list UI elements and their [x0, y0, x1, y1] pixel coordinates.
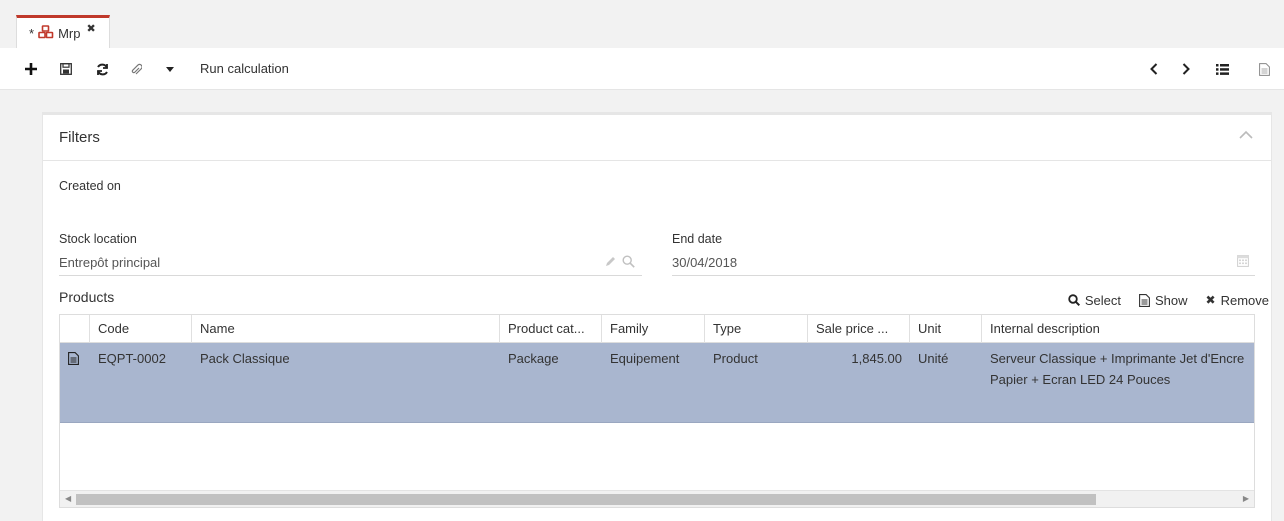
cell-unit: Unité — [918, 351, 949, 366]
products-actions: Select Show ✖ Remove — [1068, 289, 1269, 311]
run-calculation-button[interactable]: Run calculation — [200, 48, 289, 90]
column-header-type[interactable]: Type — [705, 315, 808, 343]
tab-bar: * Mrp ✖ — [0, 0, 1284, 48]
attachment-button[interactable] — [127, 48, 145, 90]
document-icon — [68, 352, 79, 365]
search-icon — [1068, 294, 1080, 306]
column-header-selector — [60, 315, 90, 343]
close-icon[interactable]: ✖ — [86, 22, 95, 35]
scrollbar-thumb[interactable] — [76, 494, 1096, 505]
end-date-field[interactable]: 30/04/2018 — [672, 255, 1255, 275]
stock-location-label: Stock location — [59, 232, 137, 246]
save-button[interactable] — [57, 48, 75, 90]
column-header-code[interactable]: Code — [90, 315, 192, 343]
form-view-button[interactable] — [1256, 48, 1272, 90]
close-icon: ✖ — [1205, 293, 1216, 307]
chevron-left-icon — [1150, 63, 1158, 75]
remove-label: Remove — [1220, 292, 1269, 308]
chevron-up-icon[interactable] — [1239, 127, 1255, 143]
caret-down-icon — [166, 66, 174, 72]
save-icon — [60, 63, 72, 75]
filters-panel: Filters Created on Stock location Entrep… — [42, 112, 1272, 521]
end-date-underline — [672, 275, 1255, 276]
show-label: Show — [1154, 292, 1188, 308]
horizontal-scrollbar[interactable]: ◀ ▶ — [60, 490, 1254, 507]
show-button[interactable]: Show — [1139, 293, 1188, 308]
chevron-right-icon — [1182, 63, 1190, 75]
add-button[interactable] — [22, 48, 40, 90]
internal-description-line-1: Serveur Classique + Imprimante Jet d'Enc… — [990, 351, 1245, 366]
list-icon — [1215, 63, 1229, 75]
pencil-icon[interactable] — [605, 256, 616, 267]
scroll-left-icon[interactable]: ◀ — [65, 494, 71, 503]
column-header-unit[interactable]: Unit — [910, 315, 982, 343]
remove-button[interactable]: ✖ Remove — [1206, 293, 1269, 308]
tab-title: Mrp — [58, 25, 81, 41]
stock-location-underline — [59, 275, 642, 276]
list-view-button[interactable] — [1214, 48, 1230, 90]
cell-name: Pack Classique — [200, 351, 290, 366]
grid-header: Code Name Product cat... Family Type Sal… — [60, 315, 1254, 343]
select-button[interactable]: Select — [1068, 293, 1121, 308]
tab-mrp[interactable]: * Mrp ✖ — [16, 15, 110, 48]
stock-location-actions — [605, 255, 635, 268]
stock-location-field[interactable]: Entrepôt principal — [59, 255, 642, 275]
document-icon — [1139, 293, 1150, 307]
panel-header: Filters — [43, 115, 1271, 161]
calendar-icon[interactable] — [1237, 254, 1249, 270]
plus-icon — [25, 63, 37, 75]
cell-family: Equipement — [610, 351, 680, 366]
cell-product-category: Package — [508, 351, 559, 366]
column-header-name[interactable]: Name — [192, 315, 500, 343]
more-dropdown[interactable] — [162, 48, 178, 90]
cubes-icon — [38, 24, 54, 42]
table-row[interactable]: EQPT-0002 Pack Classique Package Equipem… — [60, 343, 1254, 423]
cell-sale-price: 1,845.00 — [851, 351, 902, 366]
search-icon[interactable] — [622, 255, 635, 268]
document-icon — [1258, 62, 1270, 76]
toolbar: Run calculation — [0, 48, 1284, 90]
end-date-label: End date — [672, 232, 723, 246]
refresh-icon — [96, 63, 108, 75]
refresh-button[interactable] — [93, 48, 111, 90]
panel-title: Filters — [59, 129, 100, 146]
created-on-label: Created on — [59, 179, 121, 193]
paperclip-icon — [131, 63, 142, 74]
select-label: Select — [1084, 292, 1121, 308]
next-button[interactable] — [1178, 48, 1194, 90]
cell-type: Product — [713, 351, 758, 366]
products-title: Products — [59, 289, 115, 305]
products-grid: Code Name Product cat... Family Type Sal… — [59, 314, 1255, 508]
column-header-sale-price[interactable]: Sale price ... — [808, 315, 910, 343]
column-header-internal-description[interactable]: Internal description — [982, 315, 1254, 343]
unsaved-marker: * — [29, 25, 35, 41]
previous-button[interactable] — [1146, 48, 1162, 90]
row-open-icon[interactable] — [60, 343, 90, 371]
cell-code: EQPT-0002 — [98, 351, 166, 366]
internal-description-line-2: Papier + Ecran LED 24 Pouces — [990, 372, 1171, 387]
cell-internal-description: Serveur Classique + Imprimante Jet d'Enc… — [982, 343, 1254, 390]
column-header-family[interactable]: Family — [602, 315, 705, 343]
scroll-right-icon[interactable]: ▶ — [1243, 494, 1249, 503]
column-header-product-category[interactable]: Product cat... — [500, 315, 602, 343]
